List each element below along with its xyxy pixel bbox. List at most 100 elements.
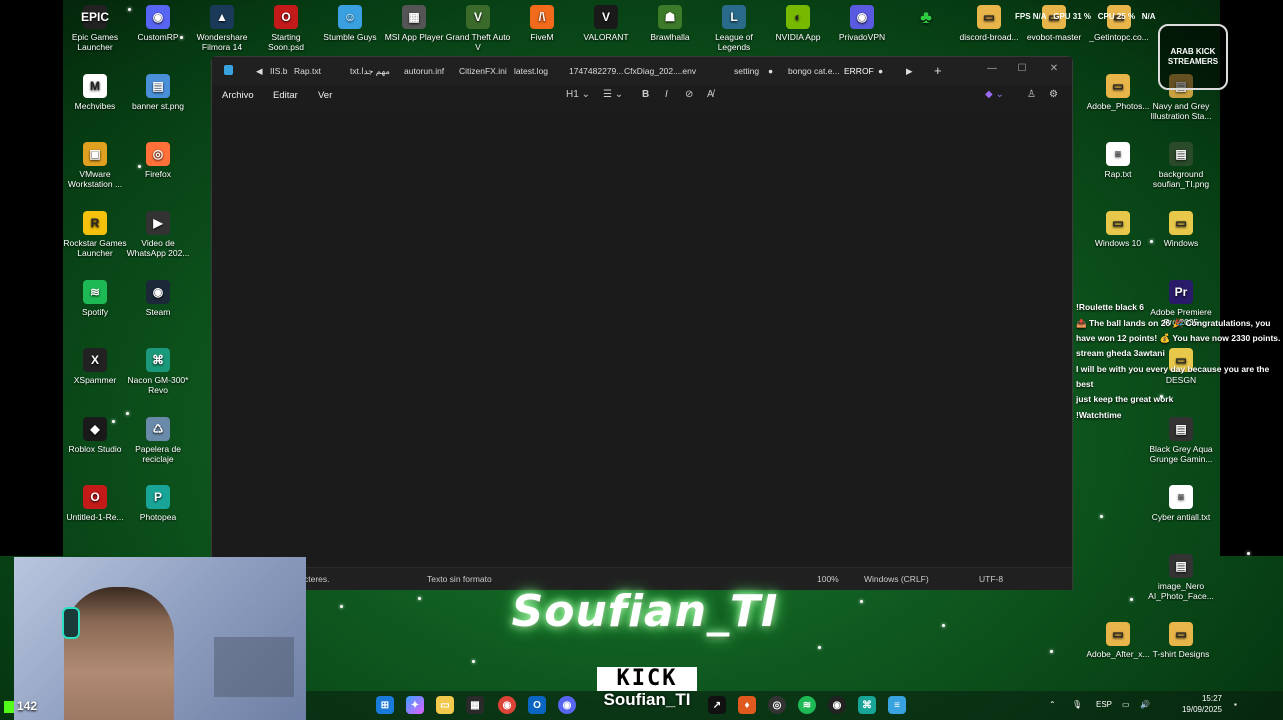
desktop-icon-t-shirt-designs[interactable]: ▭ T-shirt Designs — [1148, 622, 1214, 659]
tray-expand-icon[interactable]: ⌃ — [1049, 700, 1056, 709]
desktop-icon-rap-txt[interactable]: ≡ Rap.txt — [1085, 142, 1151, 179]
link-icon[interactable]: ⊘ — [685, 89, 693, 100]
notepad-taskbar-icon[interactable]: ≡ — [888, 696, 906, 714]
desktop-icon-epic-games-launcher[interactable]: EPIC Epic Games Launcher — [62, 5, 128, 52]
desktop-icon-firefox[interactable]: ◎ Firefox — [125, 142, 191, 179]
chrome-icon[interactable]: ◉ — [498, 696, 516, 714]
desktop-icon-black-grey-aqua-grunge-gamin[interactable]: ▤ Black Grey Aqua Grunge Gamin... — [1148, 417, 1214, 464]
desktop-icon-privadovpn[interactable]: ◉ PrivadoVPN — [829, 5, 895, 42]
spotify-taskbar-icon[interactable]: ≋ — [798, 696, 816, 714]
tab-setting[interactable]: setting — [734, 66, 759, 76]
outlook-icon[interactable]: O — [528, 696, 546, 714]
desktop-icon-cyber-antiall-txt[interactable]: ≡ Cyber antiall.txt — [1148, 485, 1214, 522]
heading-dropdown[interactable]: H1 ⌄ — [566, 89, 590, 100]
language-indicator[interactable]: ESP — [1096, 700, 1112, 709]
tab-scroll-left-icon[interactable]: ◀ — [256, 66, 263, 77]
desktop-icon-wondershare-filmora-14[interactable]: ▲ Wondershare Filmora 14 — [189, 5, 255, 52]
menu-archivo[interactable]: Archivo — [222, 90, 254, 101]
brave-icon[interactable]: ♦ — [738, 696, 756, 714]
account-icon[interactable]: ♙ — [1027, 89, 1036, 100]
app-taskbar-icon[interactable]: ⌘ — [858, 696, 876, 714]
desktop-icon-video-de-whatsapp-202[interactable]: ▶ Video de WhatsApp 202... — [125, 211, 191, 258]
tab-cfxdiag-202[interactable]: CfxDiag_202... — [624, 66, 680, 76]
tab-txt[interactable]: txt.مهم جدا — [350, 66, 390, 77]
desktop-icon-getintopc-co[interactable]: ▭ _Getintopc.co... — [1086, 5, 1152, 42]
tab-scroll-right-icon[interactable]: ▶ — [906, 66, 913, 77]
list-dropdown-icon[interactable]: ☰ ⌄ — [603, 89, 623, 100]
desktop-icon-steam[interactable]: ◉ Steam — [125, 280, 191, 317]
status-zoom[interactable]: 100% — [817, 574, 839, 584]
maximize-button[interactable]: ☐ — [1007, 59, 1037, 79]
tab-citizenfx-ini[interactable]: CitizenFX.ini — [459, 66, 507, 76]
discord-icon[interactable]: ◉ — [558, 696, 576, 714]
desktop-icon-customrp[interactable]: ◉ CustomRP — [125, 5, 191, 42]
clear-format-icon[interactable]: A̸ — [707, 89, 714, 100]
volume-icon[interactable]: 🔊 — [1140, 700, 1150, 709]
tab-close-icon[interactable]: ● — [768, 66, 773, 76]
settings-gear-icon[interactable]: ⚙ — [1049, 89, 1058, 100]
desktop-icon-background-soufian-ti-png[interactable]: ▤ background soufian_TI.png — [1148, 142, 1214, 189]
new-tab-button[interactable]: + — [934, 63, 942, 78]
file-explorer-icon[interactable]: ▭ — [436, 696, 454, 714]
desktop-icon-vmware-workstation[interactable]: ▣ VMware Workstation ... — [62, 142, 128, 189]
stocks-icon[interactable]: ↗ — [708, 696, 726, 714]
bold-icon[interactable]: B — [642, 89, 649, 100]
start-windows-icon[interactable]: ⊞ — [376, 696, 394, 714]
tab-errof[interactable]: ERROF — [844, 66, 874, 76]
desktop-icon-fivem[interactable]: /\ FiveM — [509, 5, 575, 42]
tab-close-icon[interactable]: ● — [878, 66, 883, 76]
tab-latest-log[interactable]: latest.log — [514, 66, 548, 76]
desktop-icon-rockstar-games-launcher[interactable]: R Rockstar Games Launcher — [62, 211, 128, 258]
desktop-icon-tree[interactable]: ♣ — [893, 5, 959, 32]
tab-rap-txt[interactable]: Rap.txt — [294, 66, 321, 76]
desktop-icon-grand-theft-auto-v[interactable]: V Grand Theft Auto V — [445, 5, 511, 52]
menu-editar[interactable]: Editar — [273, 90, 298, 101]
store-icon[interactable]: ▦ — [466, 696, 484, 714]
minimize-button[interactable]: — — [977, 59, 1007, 79]
desktop-icon-valorant[interactable]: V VALORANT — [573, 5, 639, 42]
status-encoding[interactable]: UTF-8 — [979, 574, 1003, 584]
desktop-icon-untitled-1-re[interactable]: O Untitled-1-Re... — [62, 485, 128, 522]
clock[interactable]: 15:27 19/09/2025 — [1176, 693, 1222, 715]
menu-ver[interactable]: Ver — [318, 90, 332, 101]
desktop-icon-image-nero-ai-photo-face[interactable]: ▤ image_Nero AI_Photo_Face... — [1148, 554, 1214, 601]
desktop-icon-windows[interactable]: ▭ Windows — [1148, 211, 1214, 248]
desktop-icon-evobot-master[interactable]: ▭ evobot-master — [1021, 5, 1087, 42]
close-button[interactable]: ✕ — [1039, 59, 1069, 79]
status-format[interactable]: Texto sin formato — [427, 574, 492, 584]
tab-iis-b[interactable]: IIS.b — [270, 66, 287, 76]
desktop-icon-adobe-photos[interactable]: ▭ Adobe_Photos... — [1085, 74, 1151, 111]
status-line-ending[interactable]: Windows (CRLF) — [864, 574, 929, 584]
desktop-icon-papelera-de-reciclaje[interactable]: ♺ Papelera de reciclaje — [125, 417, 191, 464]
steam-taskbar-icon[interactable]: ◉ — [828, 696, 846, 714]
desktop-icon-xspammer[interactable]: X XSpammer — [62, 348, 128, 385]
desktop-icon-stumble-guys[interactable]: ☺ Stumble Guys — [317, 5, 383, 42]
desktop-icon-brawlhalla[interactable]: ☗ Brawlhalla — [637, 5, 703, 42]
microphone-icon[interactable]: 🎙 — [1072, 700, 1082, 709]
desktop-icon-windows-10[interactable]: ▭ Windows 10 — [1085, 211, 1151, 248]
desktop-icon-discord-broad[interactable]: ▭ discord-broad... — [956, 5, 1022, 42]
desktop-icon-banner-st-png[interactable]: ▤ banner st.png — [125, 74, 191, 111]
network-icon[interactable]: ▭ — [1122, 700, 1130, 709]
desktop-icon-msi-app-player[interactable]: ▦ MSI App Player — [381, 5, 447, 42]
tab-bongo-cat-e[interactable]: bongo cat.e... — [788, 66, 840, 76]
desktop-icon-nacon-gm-300-revo[interactable]: ⌘ Nacon GM-300* Revo — [125, 348, 191, 395]
text-editor-area[interactable] — [212, 109, 1072, 565]
italic-icon[interactable]: I — [665, 89, 668, 100]
desktop-icon-starting-soon-psd[interactable]: O Starting Soon.psd — [253, 5, 319, 52]
desktop-icon-photopea[interactable]: P Photopea — [125, 485, 191, 522]
desktop-icon-spotify[interactable]: ≋ Spotify — [62, 280, 128, 317]
desktop-icon-nvidia-app[interactable]: ◐ NVIDIA App — [765, 5, 831, 42]
copilot-icon[interactable]: ◆ ⌄ — [985, 89, 1004, 100]
desktop-icon-league-of-legends[interactable]: L League of Legends — [701, 5, 767, 52]
copilot-taskbar-icon[interactable]: ✦ — [406, 696, 424, 714]
tab-env[interactable]: .env — [680, 66, 696, 76]
obs-icon[interactable]: ◎ — [768, 696, 786, 714]
desktop-icon-adobe-after-x[interactable]: ▭ Adobe_After_x... — [1085, 622, 1151, 659]
notepad-window[interactable]: ◀ IIS.b Rap.txt txt.مهم جدا autorun.inf Citi… — [211, 56, 1073, 590]
desktop-icon-mechvibes[interactable]: M Mechvibes — [62, 74, 128, 111]
tab-autorun-inf[interactable]: autorun.inf — [404, 66, 444, 76]
tab-1747482279[interactable]: 1747482279... — [569, 66, 623, 76]
notifications-icon[interactable]: ▪ — [1234, 700, 1237, 709]
desktop-icon-roblox-studio[interactable]: ◆ Roblox Studio — [62, 417, 128, 454]
